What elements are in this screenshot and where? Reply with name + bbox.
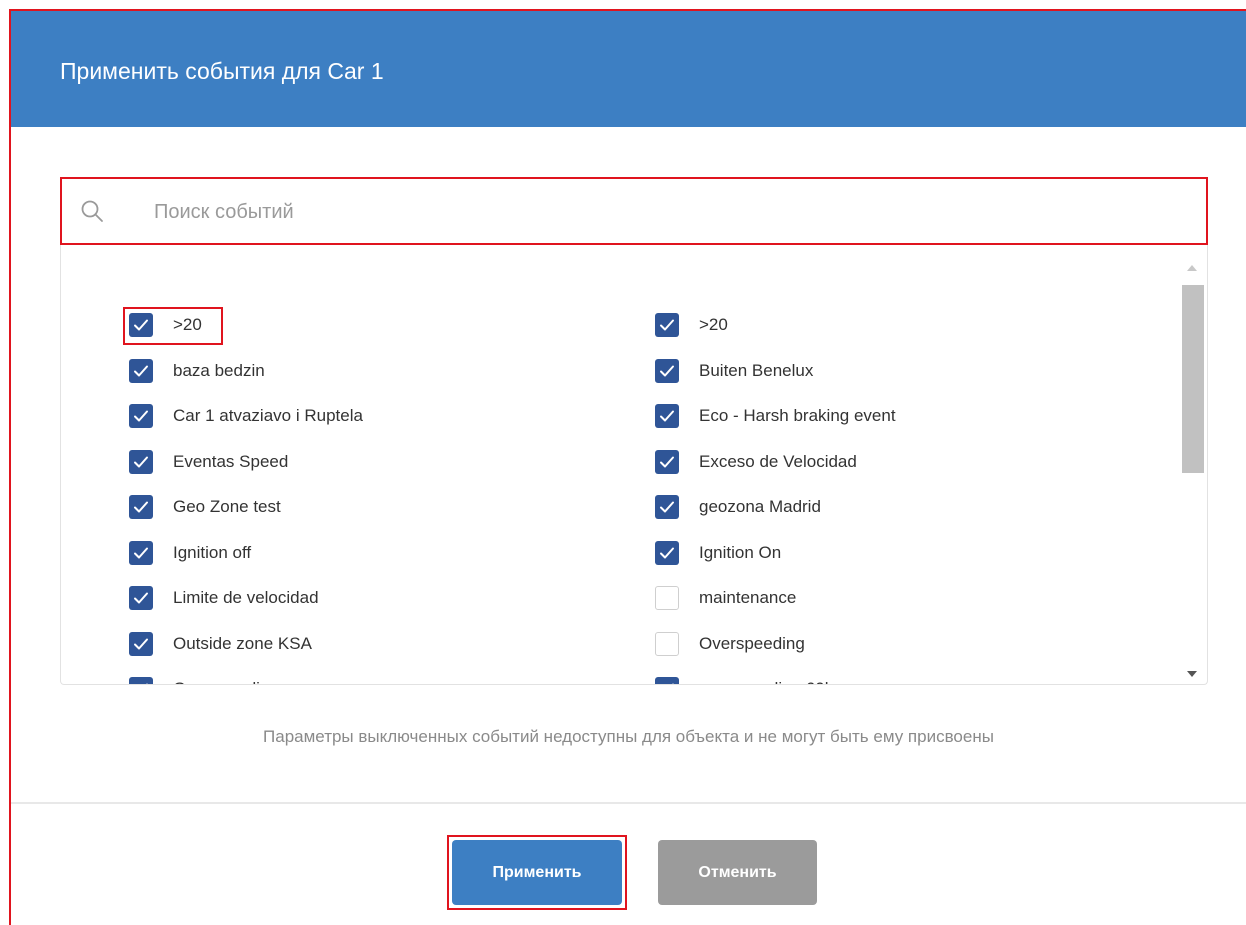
checkmark-icon (660, 501, 674, 513)
checkbox-checked[interactable] (129, 631, 153, 656)
event-item[interactable]: Buiten Benelux (655, 358, 896, 405)
event-item[interactable]: Eventas Speed (129, 449, 363, 496)
footer-divider (11, 802, 1246, 804)
scroll-thumb[interactable] (1182, 285, 1204, 473)
checkmark-icon (134, 365, 148, 376)
event-column-left: >20 baza bedzin Car 1 atvaziavo i Ruptela E… (123, 307, 363, 684)
event-item[interactable]: Eco - Harsh braking event (655, 404, 896, 450)
event-label: Geo Zone test (173, 497, 281, 516)
checkmark-icon (672, 683, 674, 684)
event-item[interactable]: maintenance (655, 586, 896, 632)
checkmark-icon (146, 683, 148, 684)
scroll-up-arrow-icon[interactable] (1187, 265, 1197, 271)
checkmark-icon (134, 319, 148, 331)
event-item[interactable]: Overspeeding (655, 631, 896, 678)
event-item[interactable]: Car 1 atvaziavo i Ruptela (129, 404, 363, 450)
event-label: Ignition off (173, 542, 252, 562)
event-label: Outside zone KSA (173, 633, 312, 653)
checkbox-checked[interactable] (655, 540, 679, 565)
event-label: Eventas Speed (173, 451, 289, 471)
cancel-button[interactable]: Отменить (658, 840, 817, 905)
checkmark-icon (660, 410, 674, 422)
checkmark-icon (134, 547, 148, 558)
checkmark-icon (134, 501, 148, 513)
event-label: >20 (699, 315, 728, 334)
event-item[interactable]: Ignition off (129, 540, 363, 587)
checkbox-checked[interactable] (129, 495, 153, 519)
checkbox-checked[interactable] (655, 404, 679, 428)
checkbox-unchecked[interactable] (655, 586, 679, 610)
checkbox-checked[interactable] (655, 313, 679, 337)
dialog-title: Применить события для Car 1 (60, 58, 384, 84)
dialog-header: Применить события для Car 1 (11, 11, 1246, 127)
checkbox-checked[interactable] (655, 495, 679, 519)
event-dialog: Применить события для Car 1 >20 baza bedz… (9, 9, 1246, 925)
event-label: baza bedzin (173, 360, 265, 380)
event-item[interactable]: Outside zone KSA (129, 631, 363, 678)
event-label: Overspeeding (699, 633, 805, 653)
checkmark-icon (134, 410, 148, 422)
checkbox-checked[interactable] (129, 677, 153, 684)
event-item[interactable]: Exceso de Velocidad (655, 449, 896, 496)
checkbox-checked[interactable] (129, 313, 153, 337)
checkmark-icon (134, 456, 148, 467)
event-item[interactable]: geozona Madrid (655, 495, 896, 541)
event-label: Limite de velocidad (173, 588, 319, 607)
checkmark-icon (660, 547, 674, 558)
checkbox-checked[interactable] (655, 358, 679, 383)
checkbox-checked[interactable] (129, 540, 153, 565)
checkbox-checked[interactable] (129, 404, 153, 428)
event-label: Buiten Benelux (699, 360, 814, 380)
event-list: >20 baza bedzin Car 1 atvaziavo i Ruptela E… (60, 245, 1208, 685)
event-item[interactable]: Limite de velocidad (129, 586, 363, 632)
search-box (60, 177, 1208, 245)
event-item[interactable]: Geo Zone test (129, 495, 363, 541)
checkbox-checked[interactable] (129, 586, 153, 610)
event-column-right: >20 Buiten Benelux Eco - Harsh braking eve… (655, 313, 896, 684)
search-icon (81, 200, 103, 222)
checkbox-checked[interactable] (655, 677, 679, 684)
event-label: Car 1 atvaziavo i Ruptela (173, 406, 363, 425)
checkmark-icon (134, 638, 148, 649)
event-item[interactable]: baza bedzin (129, 358, 363, 405)
event-label: Overspeeding (173, 677, 279, 684)
apply-button[interactable]: Применить (452, 840, 622, 905)
event-label: Exceso de Velocidad (699, 451, 857, 471)
event-label: >20 (173, 315, 202, 334)
scroll-down-arrow-icon[interactable] (1187, 671, 1197, 677)
checkbox-unchecked[interactable] (655, 631, 679, 656)
event-label: maintenance (699, 588, 797, 607)
event-item[interactable]: Overspeeding (129, 677, 363, 684)
event-item[interactable]: overspeeding 60km (655, 677, 896, 684)
checkmark-icon (660, 365, 674, 376)
event-label: Eco - Harsh braking event (699, 406, 896, 425)
checkbox-checked[interactable] (129, 358, 153, 383)
event-label: geozona Madrid (699, 497, 821, 516)
checkmark-icon (134, 592, 148, 604)
search-input[interactable] (152, 191, 1156, 233)
scrollbar[interactable] (1178, 245, 1207, 684)
checkmark-icon (660, 319, 674, 331)
event-label: Ignition On (699, 542, 782, 562)
checkbox-checked[interactable] (655, 449, 679, 474)
checkbox-checked[interactable] (129, 449, 153, 474)
event-item[interactable]: Ignition On (655, 540, 896, 587)
checkmark-icon (660, 456, 674, 467)
event-item[interactable]: >20 (655, 313, 896, 359)
event-label: overspeeding 60km (699, 677, 847, 684)
event-item[interactable]: >20 (123, 307, 363, 359)
disabled-events-note: Параметры выключенных событий недоступны… (263, 727, 994, 746)
